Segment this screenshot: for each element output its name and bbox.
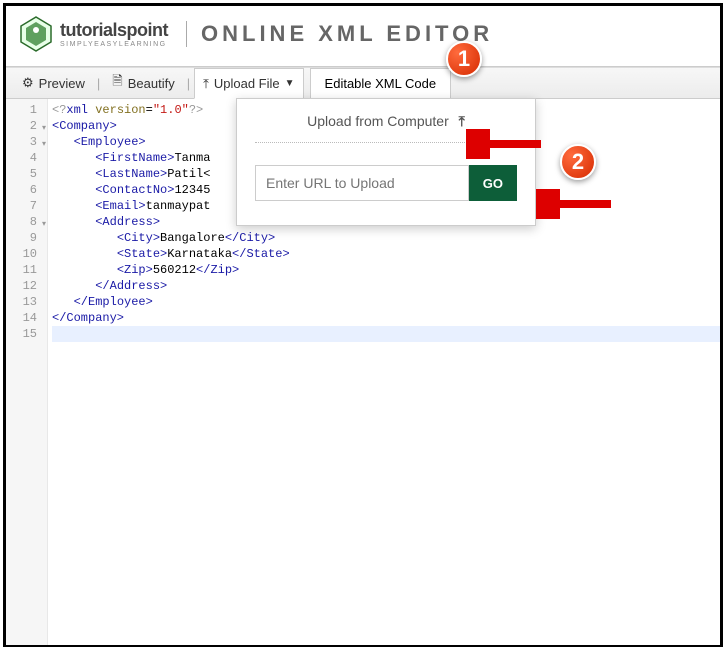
tab-editable-code[interactable]: Editable XML Code <box>310 68 452 99</box>
url-input[interactable] <box>255 165 469 201</box>
separator: | <box>97 76 100 91</box>
caret-down-icon: ▼ <box>285 78 295 89</box>
header: tutorialspoint SIMPLYEASYLEARNING ONLINE… <box>6 6 720 67</box>
separator: | <box>187 76 190 91</box>
line-gutter: 12▾3▾45678▾9101112131415 <box>6 99 48 645</box>
preview-button[interactable]: ⚙ Preview <box>14 68 93 98</box>
annotation-badge-1: 1 <box>446 41 482 77</box>
upload-icon: ⤒ <box>203 76 209 92</box>
annotation-arrow <box>466 129 546 159</box>
upload-file-button[interactable]: ⤒ Upload File ▼ <box>194 68 303 99</box>
gear-icon: ⚙ <box>22 75 34 91</box>
go-button[interactable]: GO <box>469 165 517 201</box>
document-icon: 🗎 <box>112 72 122 94</box>
upload-label: Upload File <box>214 76 280 91</box>
upload-computer-label: Upload from Computer <box>307 113 449 129</box>
annotation-arrow <box>536 189 616 219</box>
logo-main-text: tutorialspoint <box>60 20 168 41</box>
toolbar: ⚙ Preview | 🗎 Beautify | ⤒ Upload File ▼… <box>6 67 720 99</box>
preview-label: Preview <box>39 76 85 91</box>
upload-dropdown: Upload from Computer ⤒ GO <box>236 98 536 226</box>
beautify-button[interactable]: 🗎 Beautify <box>104 68 182 98</box>
beautify-label: Beautify <box>128 76 175 91</box>
logo[interactable]: tutorialspoint SIMPLYEASYLEARNING <box>16 14 168 54</box>
logo-icon <box>16 14 56 54</box>
annotation-badge-2: 2 <box>560 144 596 180</box>
logo-sub-text: SIMPLYEASYLEARNING <box>60 41 168 48</box>
page-title: ONLINE XML EDITOR <box>186 21 493 47</box>
tab-label-text: Editable XML Code <box>325 76 437 91</box>
upload-icon: ⤒ <box>459 113 465 129</box>
